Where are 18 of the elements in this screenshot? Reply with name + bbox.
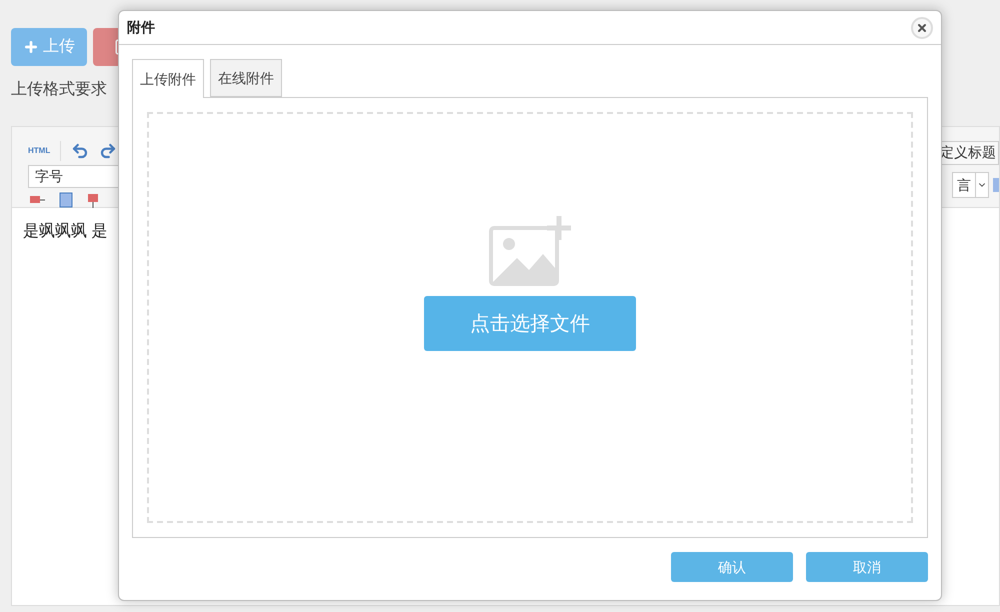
language-select[interactable]: 言 — [952, 172, 989, 198]
redo-icon[interactable] — [99, 142, 118, 160]
dialog-title: 附件 — [127, 18, 155, 37]
html-button[interactable]: HTML — [28, 145, 50, 157]
dialog-button[interactable]: 确认 — [671, 552, 793, 582]
add-image-icon — [489, 214, 571, 286]
drop-zone[interactable]: 点击选择文件 — [147, 112, 913, 523]
plus-icon — [23, 39, 39, 55]
close-icon — [916, 22, 928, 34]
dialog-button[interactable]: 取消 — [806, 552, 928, 582]
format-note: 上传格式要求 — [11, 80, 107, 100]
tab[interactable]: 上传附件 — [132, 59, 204, 98]
tab[interactable]: 在线附件 — [210, 59, 282, 97]
choose-file-button[interactable]: 点击选择文件 — [424, 296, 636, 351]
editor-content: 是飒飒飒 是 — [23, 223, 108, 240]
close-button[interactable] — [911, 16, 933, 38]
undo-icon[interactable] — [71, 142, 90, 160]
upload-button[interactable]: 上传 — [11, 28, 87, 66]
